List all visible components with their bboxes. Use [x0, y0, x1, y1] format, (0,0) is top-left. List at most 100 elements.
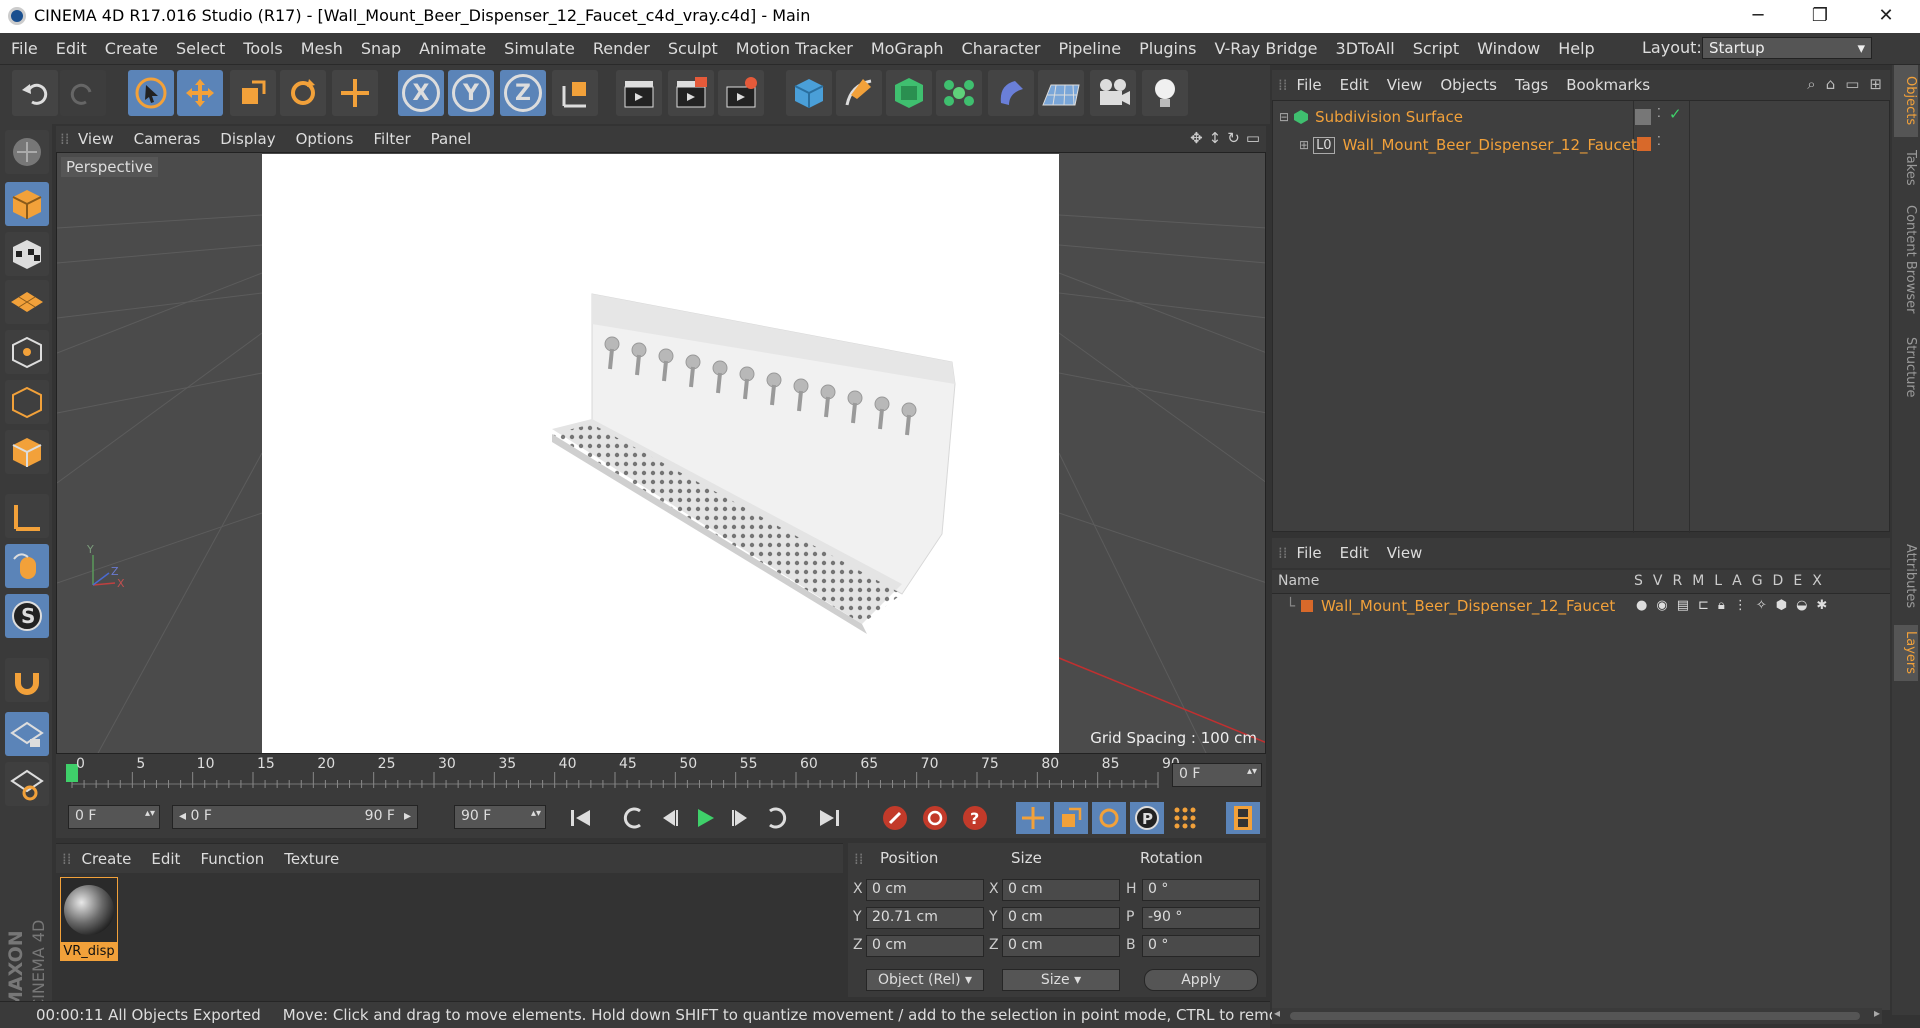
visibility-dots-icon[interactable]: ⁚: [1657, 106, 1661, 120]
layer-color-icon[interactable]: [1637, 137, 1651, 151]
horizontal-scrollbar[interactable]: ◂ ▸: [1272, 1006, 1882, 1024]
new-panel-icon[interactable]: ⊞: [1869, 75, 1882, 93]
next-frame-button[interactable]: [724, 802, 758, 834]
menu-vray-bridge[interactable]: V-Ray Bridge: [1205, 33, 1326, 65]
menu-create[interactable]: Create: [96, 33, 167, 65]
keyframe-selection-button[interactable]: ?: [958, 802, 992, 834]
tab-attributes[interactable]: Attributes: [1894, 535, 1918, 617]
min-frame-field[interactable]: 0 F ▴▾: [68, 805, 160, 829]
viewport-zoom-icon[interactable]: ↕: [1209, 129, 1222, 147]
size-mode-select[interactable]: Size ▾: [1002, 969, 1120, 991]
edges-mode-button[interactable]: [5, 380, 49, 424]
next-key-button[interactable]: [760, 802, 794, 834]
eye-icon[interactable]: ◉: [1656, 598, 1667, 613]
search-icon[interactable]: ⌕: [1807, 75, 1815, 93]
layer-color-icon[interactable]: [1301, 600, 1314, 612]
size-y-field[interactable]: 0 cm: [1002, 907, 1120, 929]
tab-objects[interactable]: Objects: [1894, 65, 1918, 137]
viewport-menu-view[interactable]: View: [68, 126, 124, 152]
planar-workplane-button[interactable]: [5, 762, 49, 806]
deformer-icon[interactable]: ⬢: [1776, 598, 1787, 613]
viewport-rotate-icon[interactable]: ↻: [1227, 129, 1240, 147]
go-to-end-button[interactable]: [812, 802, 846, 834]
material-menu-create[interactable]: Create: [72, 844, 142, 874]
manager-icon[interactable]: ⊏: [1698, 598, 1709, 613]
menu-tools[interactable]: Tools: [234, 33, 291, 65]
generator-icon[interactable]: ✧: [1756, 598, 1767, 613]
viewport-maximize-icon[interactable]: ▭: [1246, 129, 1260, 147]
apply-button[interactable]: Apply: [1144, 969, 1258, 991]
material-swatch[interactable]: VR_disp: [60, 877, 118, 963]
menu-edit[interactable]: Edit: [47, 33, 96, 65]
key-parameter-button[interactable]: P: [1130, 802, 1164, 834]
transform-tool-button[interactable]: [332, 70, 378, 116]
minimize-button[interactable]: ─: [1728, 2, 1788, 30]
col-xrefs[interactable]: X: [1812, 573, 1822, 589]
render-settings-button[interactable]: [718, 70, 764, 116]
move-tool-button[interactable]: [177, 70, 223, 116]
perspective-viewport[interactable]: Perspective Y Z X Grid Spacing : 100 cm: [56, 152, 1266, 754]
go-to-start-button[interactable]: [564, 802, 598, 834]
minimize-panel-icon[interactable]: ▭: [1845, 75, 1859, 93]
scale-tool-button[interactable]: [230, 70, 276, 116]
axis-mode-button[interactable]: [5, 494, 49, 538]
size-z-field[interactable]: 0 cm: [1002, 935, 1120, 957]
x-axis-button[interactable]: X: [398, 70, 444, 116]
size-x-field[interactable]: 0 cm: [1002, 879, 1120, 901]
viewport-move-icon[interactable]: ✥: [1190, 129, 1203, 147]
col-deformers[interactable]: D: [1773, 573, 1784, 589]
undo-button[interactable]: [12, 70, 58, 116]
subdivision-surface-button[interactable]: [886, 70, 932, 116]
timeline-window-button[interactable]: [1226, 802, 1260, 834]
tab-layers[interactable]: Layers: [1894, 625, 1918, 681]
col-view[interactable]: V: [1653, 573, 1663, 589]
objects-menu-file[interactable]: File: [1288, 70, 1331, 100]
viewport-menu-panel[interactable]: Panel: [421, 126, 481, 152]
deformer-button[interactable]: [988, 70, 1034, 116]
menu-plugins[interactable]: Plugins: [1130, 33, 1205, 65]
tab-content-browser[interactable]: Content Browser: [1894, 199, 1918, 319]
layout-select[interactable]: Startup ▾: [1702, 37, 1872, 59]
previous-key-button[interactable]: [616, 802, 650, 834]
lock-icon[interactable]: 🔒︎: [1718, 598, 1725, 613]
coordinate-mode-select[interactable]: Object (Rel) ▾: [866, 969, 984, 991]
objects-menu-tags[interactable]: Tags: [1506, 70, 1557, 100]
z-axis-button[interactable]: Z: [500, 70, 546, 116]
menu-render[interactable]: Render: [584, 33, 659, 65]
layer-color-icon[interactable]: [1635, 109, 1651, 125]
record-active-objects-button[interactable]: [878, 802, 912, 834]
menu-motion-tracker[interactable]: Motion Tracker: [727, 33, 862, 65]
menu-pipeline[interactable]: Pipeline: [1050, 33, 1131, 65]
timeline-ruler[interactable]: 0 5 10 15 20 25 30 35 40 45 50 55 60 65 70 75 80 85 90 0 F…: [56, 754, 1266, 798]
collapse-icon[interactable]: ⊟: [1279, 110, 1289, 124]
render-clapper-icon[interactable]: ▤: [1677, 598, 1689, 613]
viewport-menu-filter[interactable]: Filter: [363, 126, 420, 152]
key-pla-button[interactable]: [1168, 802, 1202, 834]
pos-y-field[interactable]: 20.71 cm: [866, 907, 984, 929]
objects-menu-view[interactable]: View: [1378, 70, 1432, 100]
make-editable-button[interactable]: [5, 130, 49, 174]
pen-spline-button[interactable]: [836, 70, 882, 116]
close-button[interactable]: ✕: [1856, 2, 1916, 30]
live-selection-button[interactable]: [128, 70, 174, 116]
viewport-menu-cameras[interactable]: Cameras: [124, 126, 211, 152]
scrollbar-thumb[interactable]: [1290, 1012, 1860, 1020]
key-rotation-button[interactable]: [1092, 802, 1126, 834]
redo-button[interactable]: [60, 70, 106, 116]
rot-h-field[interactable]: 0 °: [1142, 879, 1260, 901]
menu-help[interactable]: Help: [1549, 33, 1603, 65]
points-mode-button[interactable]: [5, 330, 49, 374]
col-generators[interactable]: G: [1752, 573, 1763, 589]
tree-row-subdivision[interactable]: ⊟ Subdivision Surface: [1279, 107, 1463, 127]
material-menu-edit[interactable]: Edit: [141, 844, 190, 874]
menu-character[interactable]: Character: [953, 33, 1050, 65]
tab-takes[interactable]: Takes: [1894, 143, 1918, 193]
rot-p-field[interactable]: -90 °: [1142, 907, 1260, 929]
objects-menu-edit[interactable]: Edit: [1331, 70, 1378, 100]
col-solo[interactable]: S: [1634, 573, 1643, 589]
render-picture-viewer-button[interactable]: [668, 70, 714, 116]
expression-icon[interactable]: ◒: [1796, 598, 1807, 613]
menu-mesh[interactable]: Mesh: [292, 33, 352, 65]
menu-script[interactable]: Script: [1404, 33, 1468, 65]
material-menu-function[interactable]: Function: [190, 844, 274, 874]
